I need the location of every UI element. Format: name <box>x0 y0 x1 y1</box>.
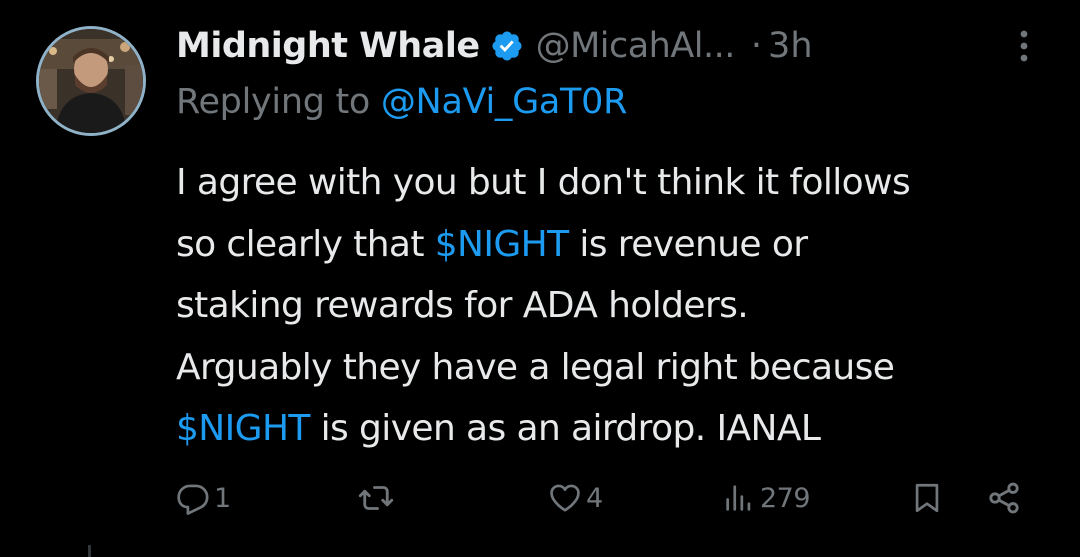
replying-mention-link[interactable]: @NaVi_GaT0R <box>381 82 628 122</box>
share-button[interactable] <box>986 470 1022 526</box>
text-segment: staking rewards for ADA holders. <box>176 285 749 326</box>
bookmark-button[interactable] <box>910 470 944 526</box>
cashtag-link[interactable]: $NIGHT <box>435 224 569 265</box>
text-segment: is given as an airdrop. IANAL <box>309 408 821 449</box>
cashtag-link[interactable]: $NIGHT <box>176 408 310 449</box>
display-name[interactable]: Midnight Whale <box>176 26 480 66</box>
text-segment: I agree with you but I don't think it fo… <box>176 162 911 203</box>
tweet-text-line: staking rewards for ADA holders. <box>176 275 1056 337</box>
heart-icon <box>548 481 582 515</box>
tweet-text-line: so clearly that $NIGHT is revenue or <box>176 214 1056 276</box>
views-button[interactable]: 279 <box>722 470 811 526</box>
avatar-photo <box>39 29 143 133</box>
timestamp[interactable]: 3h <box>768 26 812 66</box>
author-handle[interactable]: @MicahAl... <box>536 26 736 66</box>
tweet-text-line: $NIGHT is given as an airdrop. IANAL <box>176 398 1056 460</box>
views-icon <box>722 481 756 515</box>
replying-to: Replying to @NaVi_GaT0R <box>176 82 627 122</box>
tweet-text-line: I agree with you but I don't think it fo… <box>176 152 1056 214</box>
verified-badge-icon <box>490 29 524 63</box>
reply-button[interactable]: 1 <box>176 470 231 526</box>
thread-connector-line <box>88 545 91 557</box>
share-icon <box>986 480 1022 516</box>
retweet-button[interactable] <box>358 470 398 526</box>
separator-dot: · <box>750 26 763 66</box>
more-vertical-icon[interactable] <box>1012 26 1036 66</box>
like-button[interactable]: 4 <box>548 470 603 526</box>
text-segment: Arguably they have a legal right because <box>176 346 895 388</box>
replying-prefix: Replying to <box>176 82 371 122</box>
avatar[interactable] <box>36 26 146 136</box>
tweet[interactable]: Midnight Whale @MicahAl... · 3h Replying… <box>0 0 1080 557</box>
reply-count: 1 <box>214 482 231 514</box>
reply-icon <box>176 481 210 515</box>
tweet-text-line: Arguably they have a legal right because <box>176 337 1056 399</box>
action-bar: 1 4 279 <box>0 470 1080 526</box>
text-segment: is revenue or <box>568 223 808 265</box>
like-count: 4 <box>586 482 603 514</box>
bookmark-icon <box>910 481 944 515</box>
text-segment: so clearly that <box>176 223 435 265</box>
tweet-text: I agree with you but I don't think it fo… <box>176 152 1056 460</box>
tweet-header: Midnight Whale @MicahAl... · 3h <box>176 22 813 70</box>
retweet-icon <box>358 480 394 516</box>
views-count: 279 <box>760 482 811 514</box>
